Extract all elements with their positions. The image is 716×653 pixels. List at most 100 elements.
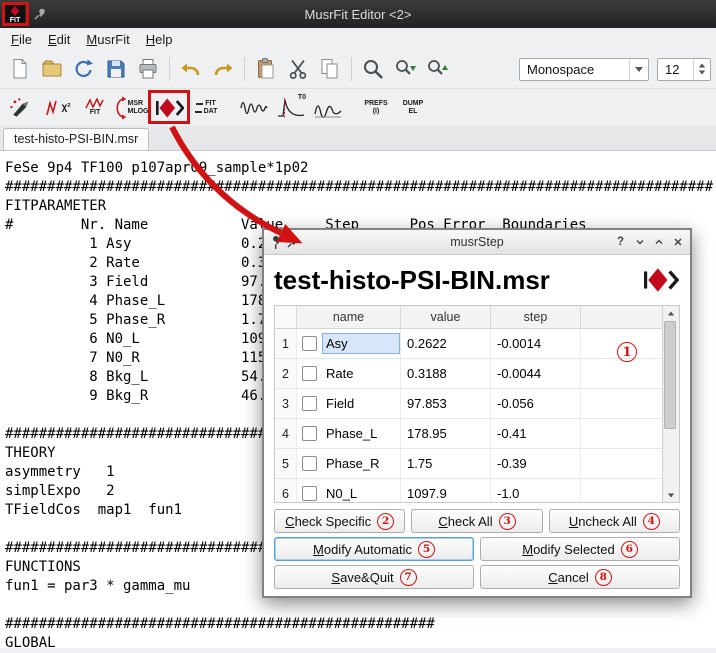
modify-selected-button[interactable]: Modify Selected 6 bbox=[480, 537, 680, 561]
name-cell[interactable]: Phase_R bbox=[297, 449, 401, 478]
redo-button[interactable] bbox=[208, 54, 238, 84]
annotation-number: 5 bbox=[418, 541, 435, 558]
musrview-icon bbox=[239, 96, 269, 120]
annotation-number: 7 bbox=[400, 569, 417, 586]
musr-wizard-button[interactable] bbox=[4, 93, 38, 123]
cancel-button[interactable]: Cancel 8 bbox=[480, 565, 680, 589]
name-cell[interactable]: Asy bbox=[297, 329, 401, 358]
row-checkbox[interactable] bbox=[302, 456, 317, 471]
spinner-arrows-icon[interactable] bbox=[693, 59, 710, 80]
pin-icon[interactable] bbox=[286, 235, 300, 249]
copy-button[interactable] bbox=[315, 54, 345, 84]
calc-chisq-button[interactable]: χ² bbox=[41, 93, 75, 123]
row-checkbox[interactable] bbox=[302, 486, 317, 501]
row-checkbox[interactable] bbox=[302, 396, 317, 411]
row-checkbox[interactable] bbox=[302, 336, 317, 351]
value-cell[interactable]: 178.95 bbox=[401, 419, 491, 448]
prefs-button[interactable]: PREFS (I) bbox=[359, 93, 393, 123]
corner-header bbox=[275, 306, 297, 328]
menu-file[interactable]: File bbox=[3, 30, 40, 49]
uncheck-all-button[interactable]: Uncheck All 4 bbox=[549, 509, 680, 533]
table-header: name value step bbox=[275, 306, 662, 329]
table-scrollbar[interactable] bbox=[662, 306, 679, 502]
save-button[interactable] bbox=[101, 54, 131, 84]
row-checkbox[interactable] bbox=[302, 366, 317, 381]
scroll-up-arrow[interactable] bbox=[663, 306, 679, 320]
cut-button[interactable] bbox=[283, 54, 313, 84]
dump-button[interactable]: DUMP EL bbox=[396, 93, 430, 123]
paste-button[interactable] bbox=[251, 54, 281, 84]
row-checkbox[interactable] bbox=[302, 426, 317, 441]
value-cell[interactable]: 1.75 bbox=[401, 449, 491, 478]
name-cell[interactable]: Phase_L bbox=[297, 419, 401, 448]
close-icon[interactable] bbox=[670, 235, 685, 250]
find-previous-button[interactable] bbox=[422, 54, 452, 84]
find-button[interactable] bbox=[358, 54, 388, 84]
find-next-button[interactable] bbox=[390, 54, 420, 84]
step-cell[interactable]: -1.0 bbox=[491, 479, 581, 502]
chevron-down-icon[interactable] bbox=[632, 235, 647, 250]
scroll-down-arrow[interactable] bbox=[663, 488, 679, 502]
copy-icon bbox=[318, 57, 342, 81]
menu-help[interactable]: Help bbox=[138, 30, 181, 49]
chevron-down-icon[interactable] bbox=[629, 59, 648, 80]
step-cell[interactable]: -0.056 bbox=[491, 389, 581, 418]
check-all-button[interactable]: Check All 3 bbox=[411, 509, 542, 533]
prefs-line2: (I) bbox=[373, 108, 380, 116]
step-cell[interactable]: -0.0014 bbox=[491, 329, 581, 358]
empty-cell bbox=[581, 419, 662, 448]
fit-dat-button[interactable]: FIT DAT bbox=[189, 93, 223, 123]
open-file-button[interactable] bbox=[37, 54, 67, 84]
name-cell[interactable]: N0_L bbox=[297, 479, 401, 502]
dialog-titlebar[interactable]: musrStep ? bbox=[264, 230, 690, 255]
reload-button[interactable] bbox=[69, 54, 99, 84]
musrview-button[interactable] bbox=[237, 93, 271, 123]
check-specific-button[interactable]: Check Specific 2 bbox=[274, 509, 405, 533]
name-cell[interactable]: Field bbox=[297, 389, 401, 418]
table-row: 5 Phase_R 1.75 -0.39 bbox=[275, 449, 662, 479]
name-cell[interactable]: Rate bbox=[297, 359, 401, 388]
table-row: 2 Rate 0.3188 -0.0044 bbox=[275, 359, 662, 389]
editor-line: FITPARAMETER bbox=[5, 197, 716, 216]
param-name: Phase_L bbox=[322, 423, 400, 444]
modify-automatic-button[interactable]: Modify Automatic 5 bbox=[274, 537, 474, 561]
save-quit-button[interactable]: Save&Quit 7 bbox=[274, 565, 474, 589]
font-family-value: Monospace bbox=[527, 62, 594, 77]
dialog-heading: test-histo-PSI-BIN.msr bbox=[264, 255, 690, 305]
undo-button[interactable] bbox=[176, 54, 206, 84]
step-cell[interactable]: -0.39 bbox=[491, 449, 581, 478]
window-titlebar[interactable]: FIT MusrFit Editor <2> bbox=[0, 0, 716, 28]
msr-mlog-swap-button[interactable]: MSR MLOG bbox=[115, 93, 149, 123]
dash-icon bbox=[195, 111, 202, 113]
value-cell[interactable]: 1097.9 bbox=[401, 479, 491, 502]
musrstep-button[interactable] bbox=[152, 93, 186, 123]
msr-label: MSR bbox=[128, 100, 149, 108]
value-cell[interactable]: 0.3188 bbox=[401, 359, 491, 388]
help-icon[interactable]: ? bbox=[613, 235, 628, 250]
musrft-button[interactable] bbox=[311, 93, 345, 123]
musrt0-button[interactable]: T0 bbox=[274, 93, 308, 123]
chevron-up-icon[interactable] bbox=[651, 235, 666, 250]
param-name: Field bbox=[322, 393, 400, 414]
find-icon bbox=[361, 57, 385, 81]
musrfit-button[interactable]: FIT bbox=[78, 93, 112, 123]
tab-msr-file[interactable]: test-histo-PSI-BIN.msr bbox=[3, 128, 149, 150]
font-family-select[interactable]: Monospace bbox=[519, 58, 649, 81]
scrollbar-thumb[interactable] bbox=[664, 321, 676, 429]
dump-line2: EL bbox=[409, 108, 418, 116]
pin-icon[interactable] bbox=[266, 232, 286, 252]
menu-edit[interactable]: Edit bbox=[40, 30, 78, 49]
row-number: 5 bbox=[275, 449, 297, 478]
row-number: 2 bbox=[275, 359, 297, 388]
value-cell[interactable]: 0.2622 bbox=[401, 329, 491, 358]
step-cell[interactable]: -0.0044 bbox=[491, 359, 581, 388]
tab-label: test-histo-PSI-BIN.msr bbox=[14, 132, 138, 146]
step-cell[interactable]: -0.41 bbox=[491, 419, 581, 448]
menu-musrfit[interactable]: MusrFit bbox=[78, 30, 137, 49]
print-button[interactable] bbox=[133, 54, 163, 84]
new-file-button[interactable] bbox=[5, 54, 35, 84]
musr-wizard-icon bbox=[8, 95, 34, 121]
font-size-spinner[interactable]: 12 bbox=[657, 58, 711, 81]
value-cell[interactable]: 97.853 bbox=[401, 389, 491, 418]
row-number: 3 bbox=[275, 389, 297, 418]
